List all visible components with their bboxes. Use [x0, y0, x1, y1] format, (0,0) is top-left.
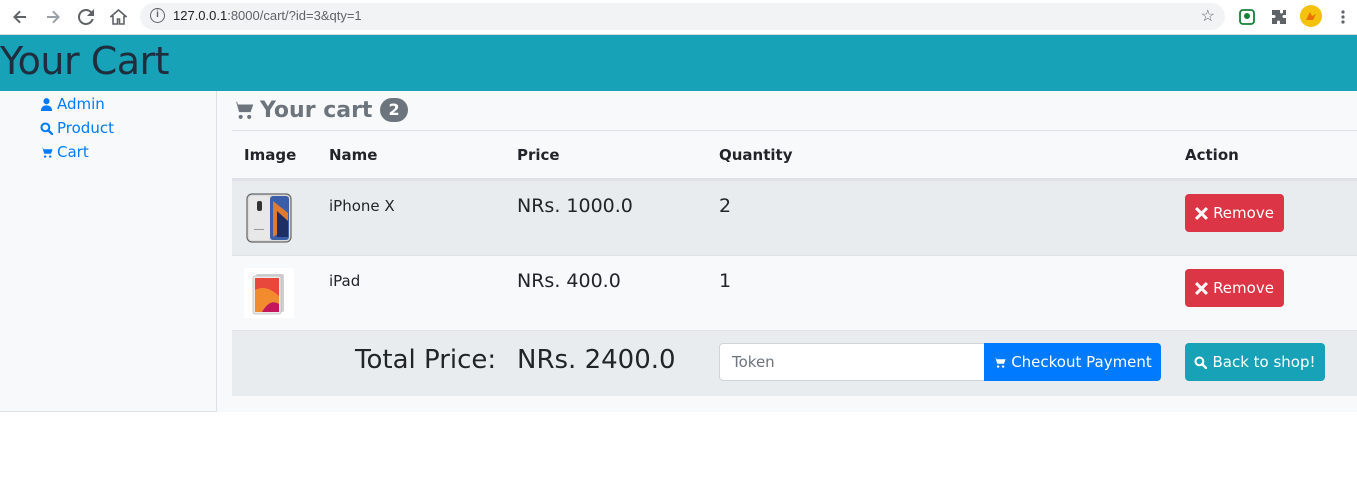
page-title: Your Cart [0, 39, 170, 83]
total-row: Total Price: NRs. 2400.0 Checkout Paymen… [232, 330, 1357, 396]
sidebar-item-admin[interactable]: Admin [40, 93, 105, 115]
bookmark-star-icon[interactable]: ☆ [1201, 6, 1215, 26]
product-price: NRs. 1000.0 [517, 195, 633, 217]
table-row: iPad NRs. 400.0 1 Remove [232, 255, 1357, 330]
cart-heading: Your cart 2 [232, 95, 408, 125]
home-icon[interactable] [106, 6, 130, 28]
forward-arrow-icon[interactable] [41, 6, 65, 28]
product-price: NRs. 400.0 [517, 270, 621, 292]
product-image-ipad [244, 268, 294, 318]
product-quantity: 1 [719, 270, 732, 292]
remove-button[interactable]: Remove [1185, 269, 1284, 307]
cart-count-badge: 2 [380, 98, 408, 122]
cart-panel: Your cart 2 Image Name Price Quantity Ac… [217, 91, 1357, 412]
column-header-price: Price [517, 146, 560, 164]
product-name: iPad [329, 272, 361, 290]
remove-button-label: Remove [1213, 204, 1274, 222]
profile-avatar-icon[interactable] [1300, 5, 1322, 27]
url-text[interactable]: 127.0.0.1:8000/cart/?id=3&qty=1 [173, 8, 362, 23]
total-price-label: Total Price: [355, 345, 497, 375]
reload-icon[interactable] [74, 6, 98, 28]
search-icon [1194, 355, 1208, 369]
sidebar: Admin Product Cart [0, 91, 217, 412]
browser-toolbar: i 127.0.0.1:8000/cart/?id=3&qty=1 ☆ [0, 0, 1357, 35]
column-header-image: Image [244, 146, 297, 164]
sidebar-item-product[interactable]: Product [40, 117, 114, 139]
table-row: iPhone X NRs. 1000.0 2 Remove [232, 180, 1357, 255]
cart-icon [40, 147, 53, 158]
product-image-iphone [244, 193, 294, 243]
search-icon [40, 121, 53, 135]
remove-button[interactable]: Remove [1185, 194, 1284, 232]
table-header: Image Name Price Quantity Action [232, 131, 1357, 180]
column-header-action: Action [1185, 146, 1239, 164]
user-icon [40, 97, 53, 111]
sidebar-item-label: Admin [57, 95, 105, 113]
product-name: iPhone X [329, 197, 395, 215]
column-header-quantity: Quantity [719, 146, 793, 164]
close-icon [1195, 206, 1209, 220]
site-info-icon[interactable]: i [150, 8, 165, 23]
sidebar-item-cart[interactable]: Cart [40, 141, 89, 163]
sidebar-item-label: Cart [57, 143, 89, 161]
cart-icon [232, 101, 254, 119]
close-icon [1195, 281, 1209, 295]
back-arrow-icon[interactable] [8, 6, 32, 28]
page-header: Your Cart [0, 35, 1357, 91]
product-quantity: 2 [719, 195, 732, 217]
back-to-shop-button[interactable]: Back to shop! [1185, 343, 1325, 381]
total-price-value: NRs. 2400.0 [517, 345, 676, 375]
back-to-shop-label: Back to shop! [1212, 353, 1316, 371]
remove-button-label: Remove [1213, 279, 1274, 297]
token-input[interactable] [719, 343, 985, 381]
sidebar-item-label: Product [57, 119, 114, 137]
kebab-menu-icon[interactable] [1333, 7, 1353, 27]
column-header-name: Name [329, 146, 378, 164]
extension-icon[interactable] [1237, 7, 1257, 27]
checkout-button-label: Checkout Payment [1011, 353, 1152, 371]
checkout-payment-button[interactable]: Checkout Payment [984, 343, 1161, 381]
address-bar[interactable]: i 127.0.0.1:8000/cart/?id=3&qty=1 ☆ [140, 3, 1225, 30]
cart-icon [993, 357, 1006, 368]
cart-heading-text: Your cart [260, 97, 373, 123]
puzzle-extensions-icon[interactable] [1269, 7, 1289, 27]
